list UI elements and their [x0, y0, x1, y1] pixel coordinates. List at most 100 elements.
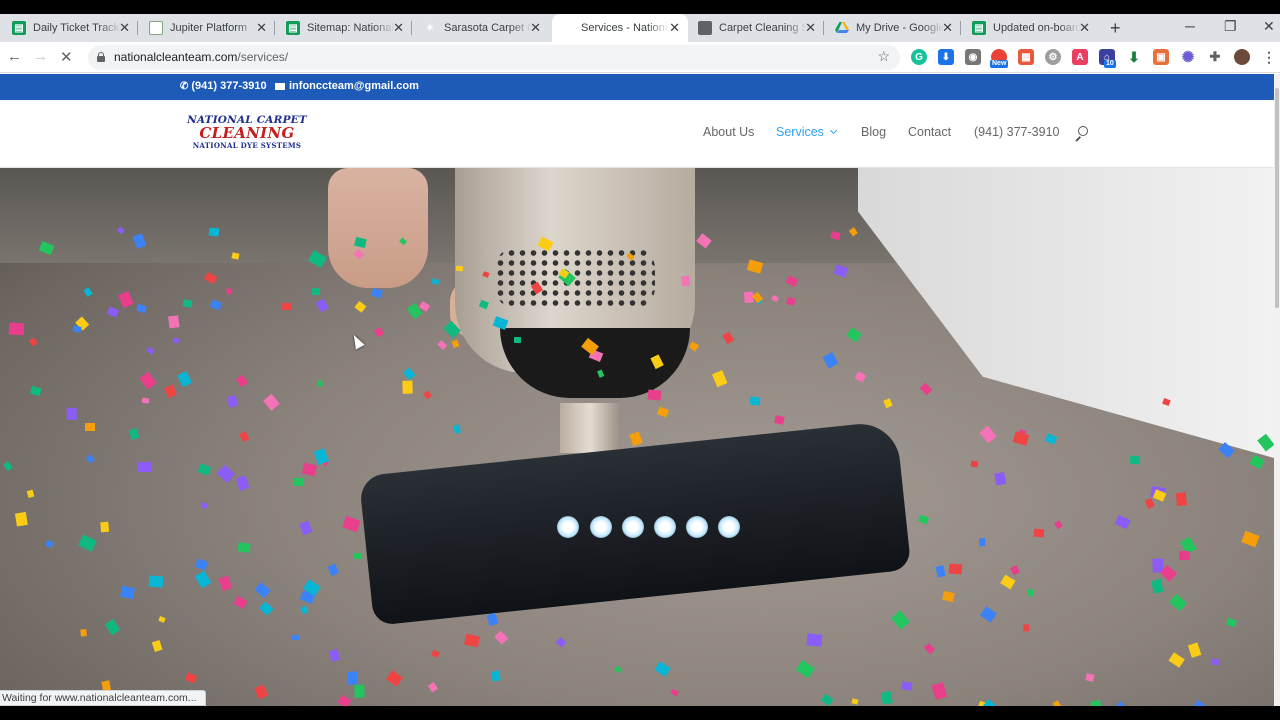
tab-separator [274, 21, 275, 35]
tab-title: Carpet Cleaning Services [719, 22, 807, 34]
nav-services-label: Services [776, 125, 824, 139]
green-arrow-icon[interactable]: ⬇ [1126, 49, 1142, 65]
topbar-email[interactable]: infonccteam@gmail.com [275, 80, 419, 92]
close-icon[interactable]: ✕ [805, 21, 816, 35]
close-icon[interactable]: ✕ [1079, 21, 1090, 35]
star-logo-icon: ✶ [425, 22, 435, 34]
window-close-icon[interactable]: ✕ [1263, 18, 1275, 35]
nav-contact[interactable]: Contact [908, 125, 951, 139]
close-icon[interactable]: ✕ [530, 21, 541, 35]
address-bar[interactable]: nationalcleanteam.com/services/ ☆ [88, 45, 900, 70]
confetti-piece [948, 564, 963, 576]
back-icon[interactable]: ← [7, 48, 22, 65]
vacuum-led [718, 516, 740, 538]
confetti-piece [371, 287, 383, 298]
settings-wheel-icon[interactable]: ⚙ [1045, 49, 1061, 65]
confetti-piece [86, 454, 95, 464]
tab-daily-ticket-tracking[interactable]: ▤ Daily Ticket Tracking ✕ [4, 14, 138, 42]
nav-services[interactable]: Services [776, 125, 837, 139]
extension-orange-icon[interactable]: ▦ [1018, 49, 1034, 65]
nav-blog[interactable]: Blog [861, 125, 886, 139]
star-logo-icon: ✶ [562, 22, 572, 34]
confetti-piece [225, 287, 233, 296]
lock-extension-icon[interactable]: ▣ [1153, 49, 1169, 65]
close-icon[interactable]: ✕ [669, 21, 680, 35]
confetti-piece [464, 633, 481, 648]
minimize-icon[interactable]: ─ [1185, 18, 1195, 34]
confetti-piece [194, 558, 208, 570]
nav-phone[interactable]: (941) 377-3910 [974, 125, 1059, 139]
confetti-piece [66, 407, 77, 420]
confetti-piece [795, 659, 815, 678]
page-scrollbar[interactable] [1274, 74, 1280, 720]
tab-separator [137, 21, 138, 35]
confetti-piece [301, 462, 318, 477]
tab-carpet-cleaning-services[interactable]: Carpet Cleaning Services ✕ [690, 14, 824, 42]
logo-line3: NATIONAL DYE SYSTEMS [192, 141, 302, 150]
confetti-piece [1144, 497, 1155, 509]
confetti-piece [300, 605, 309, 614]
close-icon[interactable]: ✕ [942, 21, 953, 35]
jupiter-icon [149, 21, 163, 35]
loading-status-text: Waiting for www.nationalcleanteam.com... [0, 690, 206, 706]
font-a-icon[interactable]: A [1072, 49, 1088, 65]
confetti-piece [712, 369, 728, 387]
tab-services-active[interactable]: ✶ Services - National Carpet ✕ [552, 14, 688, 42]
confetti-piece [299, 520, 313, 536]
close-icon[interactable]: ✕ [393, 21, 404, 35]
hero-image-vacuum-on-confetti-carpet [0, 168, 1274, 720]
vacuum-led [557, 516, 579, 538]
confetti-piece [100, 522, 109, 533]
screen-top-edge [0, 0, 1280, 14]
snowflake-icon[interactable]: ✺ [1180, 49, 1196, 66]
phone-icon: ✆ [180, 80, 189, 92]
confetti-piece [890, 610, 910, 630]
nav-about-us[interactable]: About Us [703, 125, 754, 139]
confetti-piece [614, 665, 623, 673]
confetti-piece [84, 422, 95, 431]
forward-icon[interactable]: → [33, 48, 48, 65]
restore-icon[interactable]: ❐ [1224, 18, 1237, 35]
confetti-piece [883, 397, 893, 408]
grammarly-icon[interactable]: G [911, 49, 927, 65]
confetti-piece [1010, 565, 1020, 576]
camera-icon[interactable]: ◉ [965, 49, 981, 65]
confetti-piece [456, 265, 464, 272]
tab-sarasota-carpet-cleaning[interactable]: ✶ Sarasota Carpet Cleaning ✕ [415, 14, 549, 42]
tab-jupiter-platform[interactable]: Jupiter Platform ✕ [141, 14, 275, 42]
confetti-piece [236, 542, 250, 554]
confetti-piece [422, 390, 432, 400]
confetti-piece [142, 397, 150, 404]
search-icon[interactable] [1074, 126, 1088, 142]
site-logo[interactable]: NATIONAL CARPET CLEANING NATIONAL DYE SY… [182, 114, 312, 152]
confetti-piece [208, 227, 220, 237]
puzzle-icon[interactable]: ✚ [1207, 49, 1223, 65]
bookmark-star-icon[interactable]: ☆ [877, 48, 890, 65]
tab-my-drive[interactable]: My Drive - Google Drive ✕ [827, 14, 961, 42]
confetti-piece [774, 415, 785, 425]
menu-kebab-icon[interactable]: ⋮ [1261, 49, 1277, 65]
new-badge: New [990, 60, 1009, 68]
close-icon[interactable]: ✕ [119, 21, 130, 35]
confetti-piece [689, 341, 700, 352]
confetti-piece [402, 367, 416, 381]
tab-sitemap[interactable]: ▤ Sitemap: National Carpet ✕ [278, 14, 412, 42]
profile-avatar[interactable] [1234, 49, 1250, 65]
stop-loading-icon[interactable]: ✕ [60, 48, 73, 66]
confetti-piece [833, 263, 849, 277]
confetti-piece [200, 501, 208, 509]
close-icon[interactable]: ✕ [256, 21, 267, 35]
confetti-piece [1168, 652, 1185, 669]
confetti-piece [78, 534, 97, 552]
vacuum-led [590, 516, 612, 538]
confetti-piece [1012, 431, 1029, 446]
confetti-piece [629, 430, 644, 446]
topbar-phone[interactable]: ✆ (941) 377-3910 [180, 80, 267, 92]
confetti-piece [120, 585, 136, 600]
download-arrow-icon[interactable]: ⬇ [938, 49, 954, 65]
tab-updated-onboarding[interactable]: ▤ Updated on-boarding ✕ [964, 14, 1098, 42]
lock-icon [97, 52, 105, 62]
scroll-thumb[interactable] [1275, 88, 1279, 308]
new-tab-button[interactable]: + [1110, 19, 1121, 37]
confetti-piece [770, 295, 779, 303]
